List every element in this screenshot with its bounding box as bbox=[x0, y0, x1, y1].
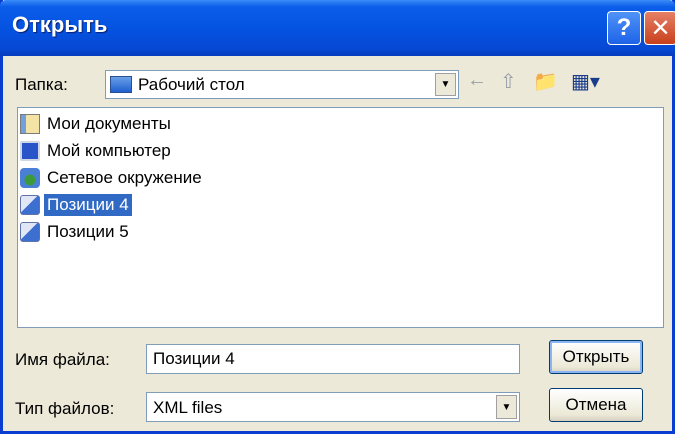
help-button[interactable]: ? bbox=[607, 11, 641, 45]
up-folder-icon[interactable]: ⇧ bbox=[500, 69, 517, 94]
list-item-pozitsii-4[interactable]: Позиции 4 bbox=[20, 193, 132, 217]
cancel-button-label: Отмена bbox=[565, 395, 627, 414]
list-item-pozitsii-5[interactable]: Позиции 5 bbox=[20, 220, 132, 244]
close-button[interactable]: ✕ bbox=[644, 11, 675, 45]
lookin-dropdown[interactable]: Рабочий стол ▼ bbox=[105, 70, 459, 99]
filetype-dropdown-arrow[interactable]: ▼ bbox=[496, 395, 517, 419]
network-places-icon bbox=[20, 168, 40, 188]
open-file-dialog: Открыть ? ✕ Папка: Рабочий стол ▼ ← ⇧ 📁 … bbox=[0, 0, 675, 434]
xml-file-icon bbox=[20, 222, 40, 242]
file-name: Сетевое окружение bbox=[47, 168, 202, 187]
file-list[interactable]: Мои документы Мой компьютер Сетевое окру… bbox=[17, 107, 664, 328]
new-folder-icon[interactable]: 📁 bbox=[533, 69, 558, 94]
my-computer-icon bbox=[20, 141, 40, 161]
filename-input[interactable] bbox=[147, 345, 519, 373]
help-icon: ? bbox=[616, 14, 632, 41]
chevron-down-icon: ▼ bbox=[501, 401, 512, 413]
xml-file-icon bbox=[20, 195, 40, 215]
filename-label: Имя файла: bbox=[15, 350, 110, 369]
filename-field[interactable] bbox=[146, 344, 520, 374]
lookin-dropdown-arrow[interactable]: ▼ bbox=[435, 73, 456, 96]
chevron-down-icon: ▼ bbox=[440, 79, 451, 90]
list-item-my-documents[interactable]: Мои документы bbox=[20, 112, 174, 136]
title-bar[interactable]: Открыть ? ✕ bbox=[0, 0, 675, 56]
filetype-value: XML files bbox=[153, 398, 223, 417]
close-icon: ✕ bbox=[650, 14, 671, 42]
desktop-icon bbox=[110, 76, 132, 93]
list-item-my-computer[interactable]: Мой компьютер bbox=[20, 139, 174, 163]
filetype-dropdown[interactable]: XML files ▼ bbox=[146, 392, 520, 422]
lookin-label: Папка: bbox=[15, 75, 68, 94]
file-name: Позиции 4 bbox=[44, 194, 132, 216]
view-menu-icon[interactable]: ▦▾ bbox=[571, 69, 600, 94]
file-name: Позиции 5 bbox=[47, 222, 129, 241]
file-name: Мой компьютер bbox=[47, 141, 171, 160]
list-item-network-places[interactable]: Сетевое окружение bbox=[20, 166, 205, 190]
lookin-value: Рабочий стол bbox=[138, 75, 245, 94]
my-documents-icon bbox=[20, 114, 40, 134]
dialog-title: Открыть bbox=[12, 12, 108, 37]
file-name: Мои документы bbox=[47, 114, 171, 133]
open-button-label: Открыть bbox=[562, 347, 630, 366]
open-button[interactable]: Открыть bbox=[549, 340, 643, 374]
back-icon[interactable]: ← bbox=[467, 69, 487, 92]
filetype-label: Тип файлов: bbox=[15, 399, 115, 418]
cancel-button[interactable]: Отмена bbox=[549, 388, 643, 422]
